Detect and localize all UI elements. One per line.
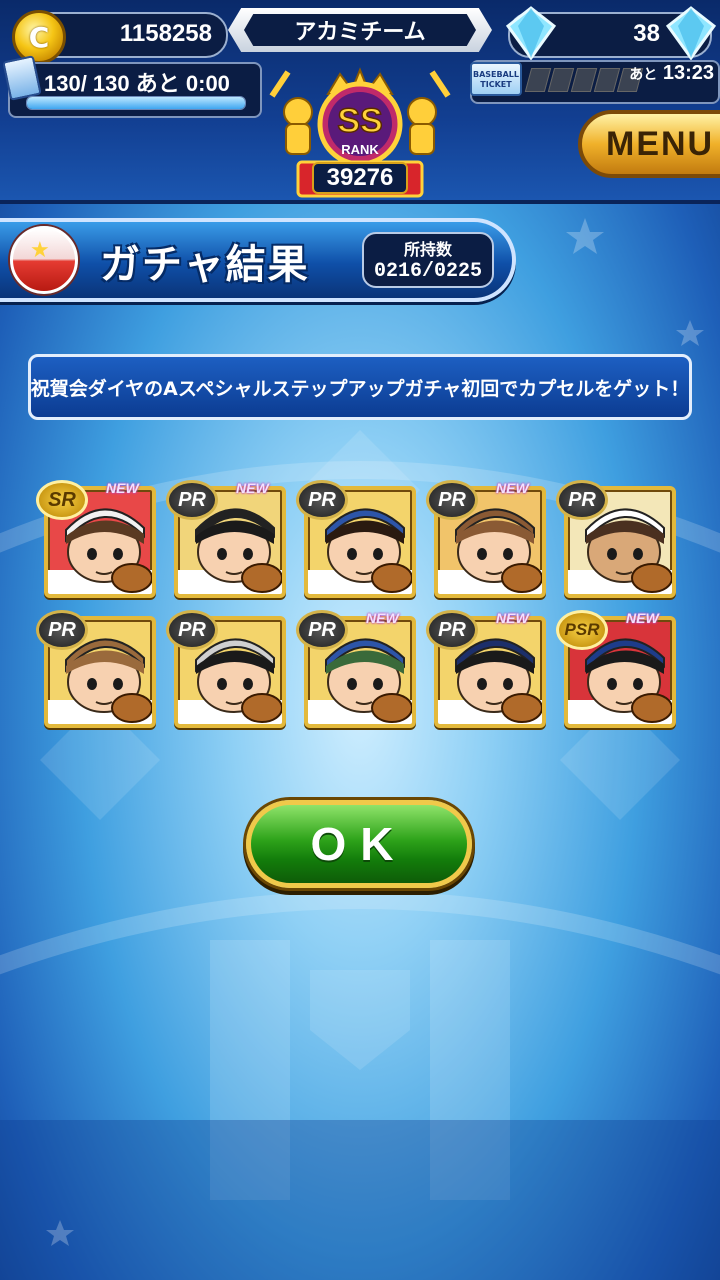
diamond-value: 38 <box>633 20 660 47</box>
rarity-badge: PR <box>296 480 348 520</box>
rank-label: RANK <box>341 142 379 157</box>
page-title: ガチャ結果 <box>100 242 310 288</box>
add-diamond-icon[interactable] <box>664 6 718 60</box>
rarity-badge: SR <box>36 480 88 520</box>
ticket-time-value: 13:23 <box>662 62 714 84</box>
owned-count-box: 所持数 0216/0225 <box>362 232 494 288</box>
ok-button[interactable]: OK <box>246 800 472 888</box>
ticket-slots <box>524 68 644 92</box>
rarity-badge: PR <box>36 610 88 650</box>
rarity-badge: PR <box>426 480 478 520</box>
new-tag: NEW <box>366 610 399 626</box>
rarity-badge: PSR <box>556 610 608 650</box>
new-tag: NEW <box>626 610 659 626</box>
new-tag: NEW <box>106 480 139 496</box>
rarity-badge: PR <box>166 610 218 650</box>
star-icon: ★ <box>30 238 50 263</box>
rank-score: 39276 <box>312 162 408 194</box>
new-tag: NEW <box>236 480 269 496</box>
stamina-bar <box>26 96 246 110</box>
coin-icon: C <box>12 10 66 64</box>
rank-letter: SS <box>337 102 382 140</box>
menu-button[interactable]: MENU <box>578 110 720 178</box>
stamina-text: 130/ 130 あと 0:00 <box>44 66 254 98</box>
result-message: 祝賀会ダイヤのAスペシャルステップアップガチャ初回でカプセルをゲット！ <box>28 354 692 420</box>
rarity-badge: PR <box>166 480 218 520</box>
ticket-slot <box>524 68 552 92</box>
rarity-badge: PR <box>296 610 348 650</box>
rarity-badge: PR <box>556 480 608 520</box>
new-tag: NEW <box>496 480 529 496</box>
stamina-value: 130/ 130 <box>44 71 130 96</box>
ticket-slot <box>593 68 621 92</box>
owned-value: 0216/0225 <box>373 260 483 283</box>
new-tag: NEW <box>496 610 529 626</box>
rarity-badge: PR <box>426 610 478 650</box>
baseball-ticket-icon: BASEBALL TICKET <box>470 62 522 96</box>
stamina-recovery: あと 0:00 <box>135 71 230 96</box>
owned-label: 所持数 <box>403 240 452 259</box>
ticket-time-prefix: あと <box>629 66 658 82</box>
diamond-icon <box>505 6 557 60</box>
ticket-slot <box>570 68 598 92</box>
stamina-bar-fill <box>27 97 245 109</box>
ticket-slot <box>547 68 575 92</box>
team-name: アカミチーム <box>244 14 476 46</box>
ticket-timer: あと 13:23 <box>628 62 714 85</box>
coin-value: 1158258 <box>119 20 212 47</box>
